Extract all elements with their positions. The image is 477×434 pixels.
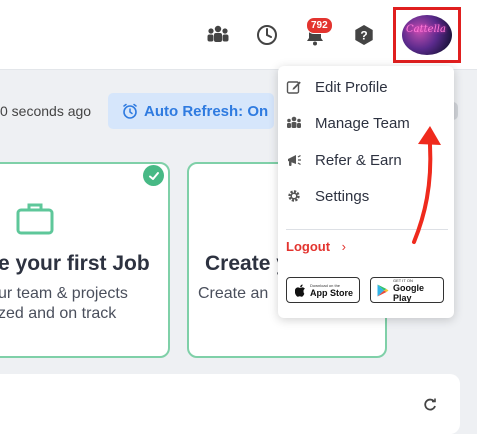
google-play-label: Google Play (393, 282, 424, 303)
avatar-highlight-box[interactable]: Cattella (393, 7, 461, 63)
check-icon (143, 165, 164, 186)
menu-item-label: Settings (315, 187, 370, 205)
apple-icon (295, 284, 306, 297)
alarm-clock-icon (122, 103, 138, 119)
card-title: e your first Job (0, 252, 150, 275)
team-icon (286, 115, 302, 131)
google-play-button[interactable]: GET IT ON Google Play (370, 277, 444, 303)
profile-dropdown-menu: Edit Profile Manage Team Refer & Earn Se… (278, 66, 454, 318)
menu-item-manage-team[interactable]: Manage Team (278, 108, 454, 138)
svg-text:?: ? (360, 29, 367, 43)
menu-item-label: Manage Team (315, 114, 410, 132)
menu-item-settings[interactable]: Settings (278, 181, 454, 211)
app-store-button[interactable]: Download on the App Store (286, 277, 360, 303)
menu-divider (286, 229, 448, 230)
logout-link[interactable]: Logout › (286, 239, 346, 254)
card-title: Create y (205, 252, 288, 275)
top-bar: 792 ? Cattella (0, 0, 477, 70)
team-icon[interactable] (205, 22, 231, 48)
last-refresh-text: 0 seconds ago (0, 103, 92, 119)
refresh-icon[interactable] (423, 398, 437, 417)
menu-item-edit-profile[interactable]: Edit Profile (278, 72, 454, 102)
card-description: ur team & projects (0, 285, 128, 302)
notification-badge: 792 (306, 17, 333, 34)
help-icon[interactable]: ? (351, 22, 377, 48)
briefcase-icon (16, 201, 54, 240)
edit-icon (286, 79, 302, 95)
auto-refresh-label: Auto Refresh: On (144, 102, 269, 120)
bottom-panel (0, 374, 460, 434)
google-play-icon (377, 284, 389, 297)
app-store-label: App Store (310, 287, 354, 298)
chevron-right-icon: › (341, 239, 347, 254)
megaphone-icon (286, 152, 302, 168)
clock-icon[interactable] (254, 22, 280, 48)
logout-label: Logout (286, 239, 331, 254)
avatar[interactable]: Cattella (402, 15, 452, 55)
gear-icon (286, 188, 302, 204)
avatar-logo-text: Cattella (406, 24, 446, 35)
menu-item-refer-earn[interactable]: Refer & Earn (278, 145, 454, 175)
menu-item-label: Edit Profile (315, 78, 388, 96)
card-description: zed and on track (0, 305, 117, 322)
auto-refresh-button[interactable]: Auto Refresh: On (108, 93, 274, 129)
card-description: Create an (198, 285, 269, 302)
menu-item-label: Refer & Earn (315, 151, 402, 169)
